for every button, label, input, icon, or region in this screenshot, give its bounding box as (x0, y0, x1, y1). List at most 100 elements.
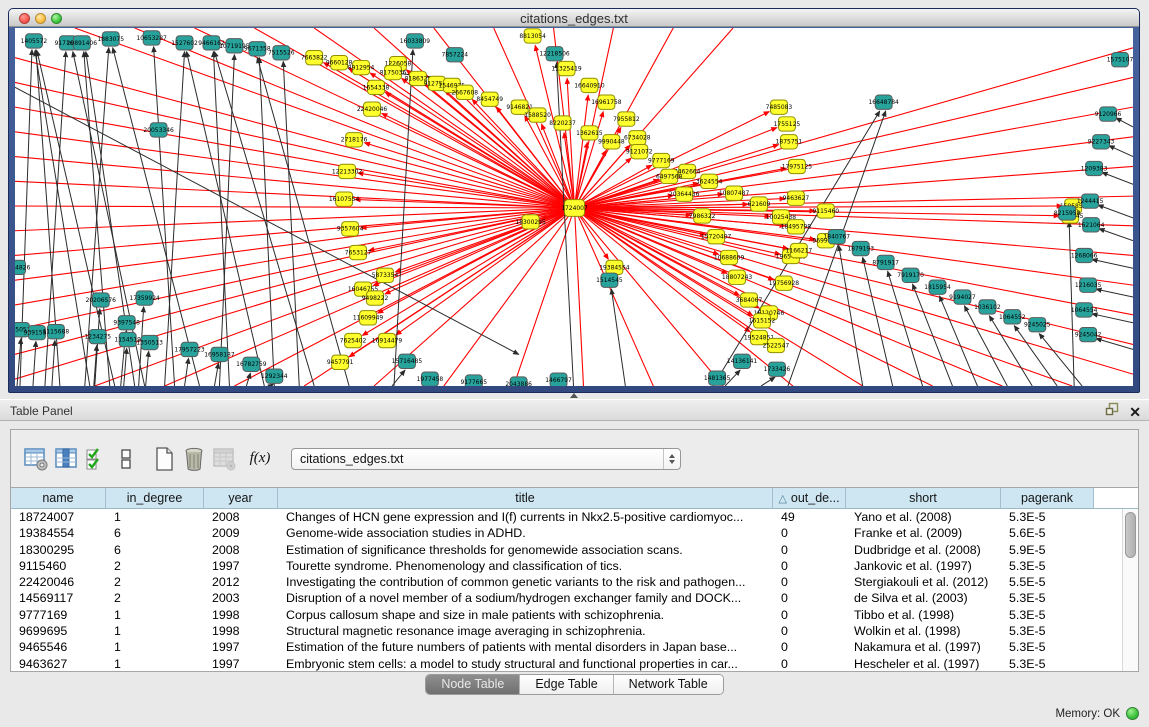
cell-year[interactable]: 2003 (204, 590, 278, 606)
graph-node[interactable]: 7515526 (268, 46, 295, 60)
graph-node[interactable]: 5873354 (372, 268, 399, 282)
graph-node[interactable]: 621609 (748, 197, 771, 211)
cell-year[interactable]: 1998 (204, 607, 278, 623)
graph-node[interactable]: 10653287 (136, 31, 167, 45)
cell-title[interactable]: Disruption of a novel member of a sodium… (278, 590, 773, 606)
cell-out_de[interactable]: 0 (773, 558, 846, 574)
table-row[interactable]: 1872400712008Changes of HCN gene express… (11, 509, 1122, 525)
graph-node[interactable]: 1481365 (704, 371, 731, 385)
graph-node[interactable]: 7857224 (442, 48, 469, 62)
graph-node[interactable]: 1724007 (561, 200, 588, 217)
cell-short[interactable]: Jankovic et al. (1997) (846, 558, 1001, 574)
select-all-button[interactable] (81, 444, 111, 474)
graph-node[interactable]: 1064554 (1071, 303, 1098, 317)
graph-node[interactable]: 3684067 (736, 293, 763, 307)
graph-node[interactable]: 9357604 (337, 222, 364, 236)
graph-node[interactable]: 7485083 (766, 100, 793, 114)
cell-pagerank[interactable]: 5.3E-5 (1001, 509, 1094, 525)
show-column-button[interactable] (51, 444, 81, 474)
graph-node[interactable]: 1815954 (924, 280, 951, 294)
cell-name[interactable]: 14569117 (11, 590, 106, 606)
graph-node[interactable]: 10688609 (714, 250, 745, 264)
cell-out_de[interactable]: 49 (773, 509, 846, 525)
cell-short[interactable]: Franke et al. (2009) (846, 525, 1001, 541)
float-panel-icon[interactable] (1105, 402, 1119, 421)
graph-node[interactable]: 1977458 (417, 372, 444, 386)
tab-node-table[interactable]: Node Table (426, 675, 520, 694)
scrollbar-thumb[interactable] (1125, 512, 1136, 558)
graph-node[interactable]: 1292344 (261, 369, 288, 383)
cell-pagerank[interactable]: 5.3E-5 (1001, 590, 1094, 606)
cell-pagerank[interactable]: 5.3E-5 (1001, 623, 1094, 639)
table-row[interactable]: 1830029562008Estimation of significance … (11, 542, 1122, 558)
new-document-button[interactable] (149, 444, 179, 474)
graph-node[interactable]: 2718176 (341, 133, 368, 147)
graph-node[interactable]: 8454749 (476, 92, 503, 106)
cell-pagerank[interactable]: 5.5E-5 (1001, 574, 1094, 590)
cell-short[interactable]: Hescheler et al. (1997) (846, 656, 1001, 671)
graph-node[interactable]: 1733426 (764, 362, 791, 376)
column-header-pagerank[interactable]: pagerank (1001, 488, 1094, 509)
cell-pagerank[interactable]: 5.3E-5 (1001, 558, 1094, 574)
cell-title[interactable]: Genome-wide association studies in ADHD. (278, 525, 773, 541)
cell-name[interactable]: 22420046 (11, 574, 106, 590)
graph-node[interactable]: 11325419 (551, 61, 582, 75)
graph-node[interactable]: 16914479 (372, 333, 403, 347)
cell-title[interactable]: Estimation of the future numbers of pati… (278, 639, 773, 655)
graph-node[interactable]: 1064552 (999, 310, 1026, 324)
graph-node[interactable]: 9194027 (949, 290, 976, 304)
graph-node[interactable]: 19756928 (769, 276, 800, 290)
graph-node[interactable]: 7625402 (340, 333, 367, 347)
cell-name[interactable]: 9115460 (11, 558, 106, 574)
cell-year[interactable]: 1997 (204, 656, 278, 671)
cell-out_de[interactable]: 0 (773, 590, 846, 606)
graph-node[interactable]: 8791917 (872, 255, 899, 269)
table-row[interactable]: 969969511998Structural magnetic resonanc… (11, 623, 1122, 639)
graph-node[interactable]: 10807487 (719, 186, 750, 200)
graph-node[interactable]: 12213302 (332, 164, 363, 178)
cell-name[interactable]: 9463627 (11, 656, 106, 671)
graph-node[interactable]: 19384554 (599, 260, 630, 274)
cell-out_de[interactable]: 0 (773, 639, 846, 655)
function-builder-icon[interactable]: f(x) (245, 444, 275, 474)
window-titlebar[interactable]: citations_edges.txt (9, 9, 1139, 27)
select-stepper-icon[interactable] (663, 449, 680, 469)
cell-in_degree[interactable]: 2 (106, 574, 204, 590)
memory-status-icon[interactable] (1126, 707, 1139, 720)
citation-network-graph[interactable]: 1226058 8175036 8186328 9127508 1546975 … (15, 28, 1133, 386)
cell-in_degree[interactable]: 1 (106, 639, 204, 655)
cell-title[interactable]: Estimation of significance thresholds fo… (278, 542, 773, 558)
column-header-title[interactable]: title (278, 488, 773, 509)
vertical-scrollbar[interactable] (1122, 509, 1138, 671)
cell-out_de[interactable]: 0 (773, 656, 846, 671)
cell-name[interactable]: 18724007 (11, 509, 106, 525)
delete-button[interactable] (179, 444, 209, 474)
cell-in_degree[interactable]: 1 (106, 509, 204, 525)
cell-short[interactable]: Stergiakouli et al. (2012) (846, 574, 1001, 590)
cell-name[interactable]: 9465546 (11, 639, 106, 655)
graph-node[interactable]: 1036102 (974, 300, 1001, 314)
graph-node[interactable]: 1209383 (1081, 161, 1108, 175)
graph-node[interactable]: 1875751 (776, 135, 803, 149)
cell-pagerank[interactable]: 5.3E-5 (1001, 639, 1094, 655)
cell-short[interactable]: Nakamura et al. (1997) (846, 639, 1001, 655)
row-height-button[interactable] (111, 444, 141, 474)
cell-year[interactable]: 1998 (204, 623, 278, 639)
graph-node[interactable]: 9245042 (1075, 327, 1102, 341)
network-table-select[interactable]: citations_edges.txt (291, 448, 681, 470)
column-header-in_degree[interactable]: in_degree (106, 488, 204, 509)
cell-short[interactable]: de Silva et al. (2003) (846, 590, 1001, 606)
cell-in_degree[interactable]: 2 (106, 558, 204, 574)
cell-year[interactable]: 2009 (204, 525, 278, 541)
cell-pagerank[interactable]: 5.3E-5 (1001, 607, 1094, 623)
table-row[interactable]: 946362711997Embryonic stem cells: a mode… (11, 656, 1122, 671)
cell-year[interactable]: 2008 (204, 542, 278, 558)
table-row[interactable]: 1456911722003Disruption of a novel membe… (11, 590, 1122, 606)
cell-in_degree[interactable]: 1 (106, 607, 204, 623)
graph-node[interactable]: 9457791 (327, 355, 354, 369)
splitter-handle-icon[interactable] (570, 393, 578, 398)
graph-node[interactable]: 12218506 (539, 47, 570, 61)
column-header-name[interactable]: name (11, 488, 106, 509)
cell-in_degree[interactable]: 6 (106, 525, 204, 541)
graph-node[interactable]: 7955812 (613, 112, 640, 126)
